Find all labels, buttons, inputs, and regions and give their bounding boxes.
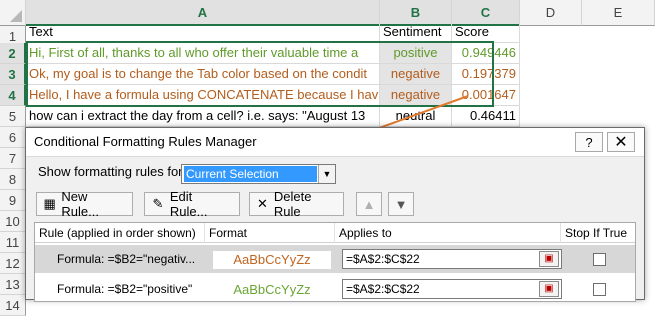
col-rule[interactable]: Rule (applied in order shown) [35,223,205,243]
format-preview: AaBbCcYyZz [213,251,331,269]
show-rules-label: Show formatting rules for: [38,164,187,179]
rule-formula: Formula: =$B2="negativ... [57,252,196,266]
delete-rule-button[interactable]: ✕ Delete Rule [249,189,344,219]
applies-to-input[interactable]: =$A$2:$C$22 [342,249,562,269]
cell-b2[interactable]: positive [380,43,452,64]
show-rules-value: Current Selection [184,166,317,182]
new-rule-label: New Rule... [61,189,99,219]
rule-row[interactable]: Formula: =$B2="negativ... AaBbCcYyZz =$A… [35,245,635,273]
move-down-button[interactable]: ▼ [388,192,414,216]
col-applies-to[interactable]: Applies to [335,223,561,243]
conditional-formatting-dialog: Conditional Formatting Rules Manager ? ✕… [25,127,645,302]
cell-b1[interactable]: Sentiment [380,22,452,43]
column-header-d[interactable]: D [520,0,582,26]
cell-c5[interactable]: 0.46411 [452,106,520,127]
row-header-4[interactable]: 4 [0,85,26,106]
move-down-icon: ▼ [394,196,408,212]
row-header-7[interactable]: 7 [0,148,26,169]
cell-a5[interactable]: how can i extract the day from a cell? i… [26,106,380,127]
cell-a3[interactable]: Ok, my goal is to change the Tab color b… [26,64,380,85]
rule-row[interactable]: Formula: =$B2="positive" AaBbCcYyZz =$A$… [35,275,635,303]
help-button[interactable]: ? [575,132,603,152]
col-stop-if-true[interactable]: Stop If True [561,223,635,243]
row-header-2[interactable]: 2 [0,43,26,64]
select-all-corner[interactable] [0,0,26,26]
cell-c2[interactable]: 0.949446 [452,43,520,64]
edit-rule-label: Edit Rule... [169,189,208,219]
cell-c4[interactable]: 0.001647 [452,85,520,106]
range-picker-icon[interactable]: ▣ [539,251,559,267]
column-header-e[interactable]: E [582,0,655,26]
range-picker-icon[interactable]: ▣ [539,281,559,297]
cell-a1[interactable]: Text [26,22,380,43]
cell-c3[interactable]: 0.197379 [452,64,520,85]
new-rule-icon: ▦ [43,196,56,211]
delete-rule-label: Delete Rule [273,189,312,219]
cell-b4[interactable]: negative [380,85,452,106]
move-up-button[interactable]: ▲ [356,192,382,216]
applies-to-input[interactable]: =$A$2:$C$22 [342,279,562,299]
rules-list-header: Rule (applied in order shown) Format App… [35,223,635,243]
row-header-3[interactable]: 3 [0,64,26,85]
dialog-titlebar[interactable]: Conditional Formatting Rules Manager ? ✕ [26,128,644,157]
delete-icon: ✕ [256,196,268,211]
cell-a4[interactable]: Hello, I have a formula using CONCATENAT… [26,85,380,106]
show-rules-select[interactable]: Current Selection ▼ [181,164,336,184]
row-header-13[interactable]: 13 [0,274,26,295]
row-header-11[interactable]: 11 [0,232,26,253]
row-header-14[interactable]: 14 [0,295,26,316]
format-preview: AaBbCcYyZz [213,281,331,299]
rule-formula: Formula: =$B2="positive" [57,282,193,296]
row-header-6[interactable]: 6 [0,127,26,148]
chevron-down-icon[interactable]: ▼ [318,165,335,183]
row-header-5[interactable]: 5 [0,106,26,127]
stop-if-true-checkbox[interactable] [593,283,606,296]
cell-c1[interactable]: Score [452,22,520,43]
row-header-8[interactable]: 8 [0,169,26,190]
cell-b5[interactable]: neutral [380,106,452,127]
dialog-title: Conditional Formatting Rules Manager [34,134,257,149]
col-format[interactable]: Format [205,223,335,243]
edit-rule-button[interactable]: ✎ Edit Rule... [144,189,240,219]
row-header-10[interactable]: 10 [0,211,26,232]
move-up-icon: ▲ [362,196,376,212]
row-header-12[interactable]: 12 [0,253,26,274]
close-button[interactable]: ✕ [607,132,635,152]
cell-a2[interactable]: Hi, First of all, thanks to all who offe… [26,43,380,64]
stop-if-true-checkbox[interactable] [593,253,606,266]
row-header-9[interactable]: 9 [0,190,26,211]
edit-rule-icon: ✎ [152,196,164,211]
new-rule-button[interactable]: ▦ New Rule... [36,189,133,219]
rules-list: Rule (applied in order shown) Format App… [34,222,636,302]
cell-b3[interactable]: negative [380,64,452,85]
